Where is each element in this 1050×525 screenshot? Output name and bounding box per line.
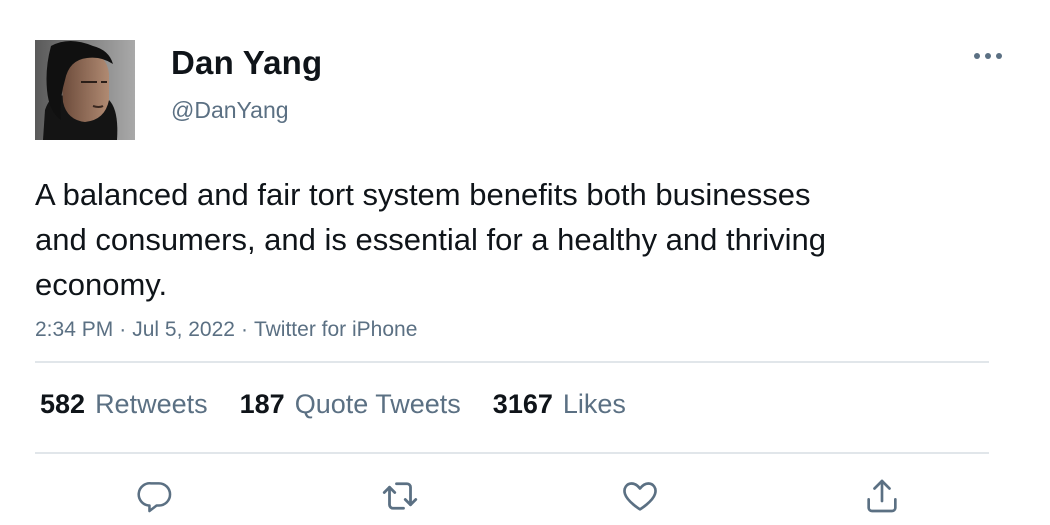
likes-stat[interactable]: 3167 Likes <box>493 389 626 420</box>
tweet-metadata: 2:34 PM · Jul 5, 2022 · Twitter for iPhone <box>35 316 417 344</box>
retweets-count: 582 <box>40 388 86 419</box>
share-button[interactable] <box>860 474 904 518</box>
more-horizontal-icon <box>974 53 1002 59</box>
tweet-text: A balanced and fair tort system benefits… <box>35 177 826 302</box>
tweet-stats: 582 Retweets 187 Quote Tweets 3167 Likes <box>40 387 658 421</box>
reply-button[interactable] <box>133 474 177 518</box>
meta-separator: · <box>119 318 127 341</box>
quote-tweets-stat[interactable]: 187 Quote Tweets <box>240 389 461 420</box>
avatar-photo <box>35 40 135 140</box>
share-icon <box>867 479 897 513</box>
retweet-icon <box>382 482 418 510</box>
retweet-button[interactable] <box>378 474 422 518</box>
reply-icon <box>137 482 172 513</box>
avatar[interactable] <box>35 40 135 140</box>
divider <box>35 452 989 454</box>
divider <box>35 361 989 363</box>
retweets-stat[interactable]: 582 Retweets <box>40 389 208 420</box>
author-handle[interactable]: @DanYang <box>171 96 289 124</box>
tweet-card: Dan Yang @DanYang A balanced and fair to… <box>0 0 1050 525</box>
likes-count: 3167 <box>492 388 553 419</box>
quote-tweets-label: Quote Tweets <box>294 388 461 419</box>
like-button[interactable] <box>618 474 662 518</box>
retweets-label: Retweets <box>95 388 208 419</box>
tweet-time[interactable]: 2:34 PM <box>35 318 113 341</box>
meta-separator: · <box>240 318 248 341</box>
likes-label: Likes <box>562 388 626 419</box>
more-options-button[interactable] <box>970 44 1006 68</box>
tweet-source[interactable]: Twitter for iPhone <box>254 318 417 341</box>
quote-tweets-count: 187 <box>239 388 285 419</box>
heart-icon <box>623 482 657 511</box>
author-name[interactable]: Dan Yang <box>171 44 322 82</box>
tweet-date[interactable]: Jul 5, 2022 <box>132 318 235 341</box>
tweet-actions <box>0 470 1050 520</box>
